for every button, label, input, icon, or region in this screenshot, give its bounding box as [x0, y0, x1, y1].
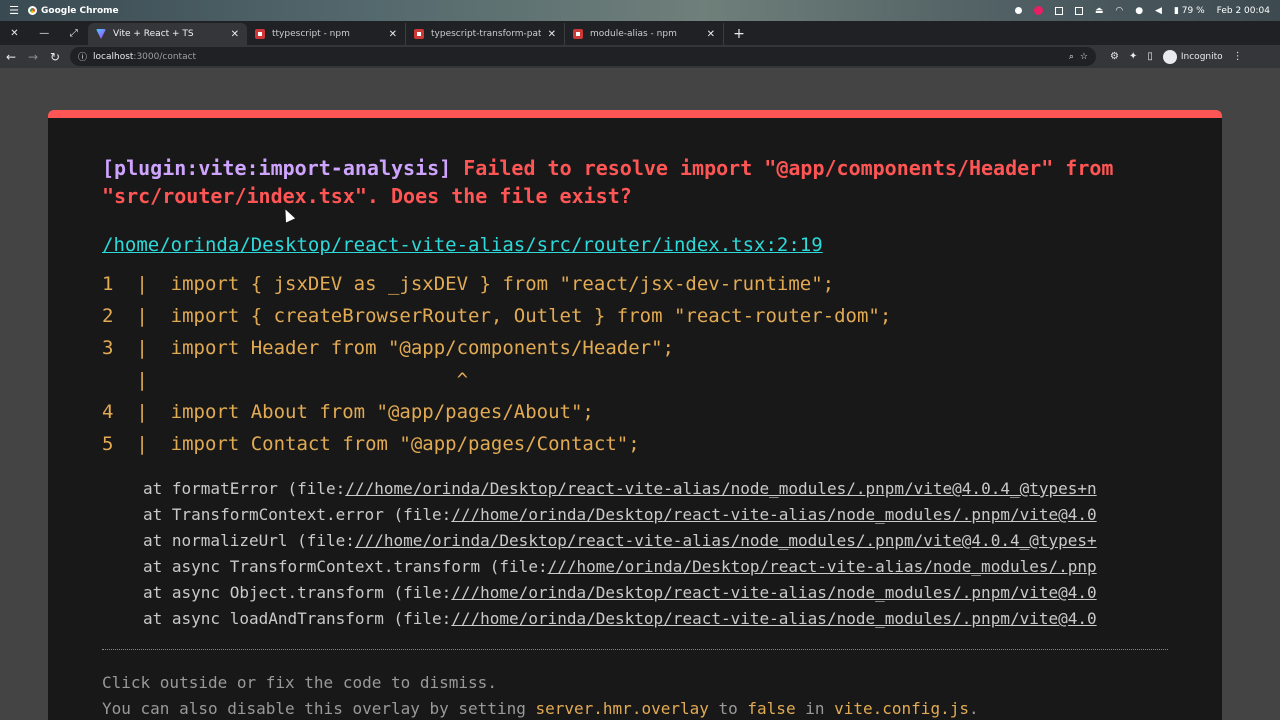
screen-icon[interactable]	[1054, 6, 1063, 15]
reload-icon[interactable]: ↻	[44, 50, 66, 64]
stack-file-link[interactable]: ///home/orinda/Desktop/react-vite-alias/…	[548, 557, 1097, 576]
stack-line: at async loadAndTransform (file:///home/…	[143, 609, 1097, 628]
active-app[interactable]: Google Chrome	[28, 6, 119, 16]
stack-file-link[interactable]: ///home/orinda/Desktop/react-vite-alias/…	[451, 505, 1096, 524]
close-tab-icon[interactable]: ✕	[548, 29, 556, 40]
profile-button[interactable]: Incognito	[1162, 49, 1223, 64]
clipboard-icon[interactable]	[1074, 6, 1083, 15]
npm-icon	[414, 29, 424, 39]
plugin-name: [plugin:vite:import-analysis]	[102, 156, 452, 180]
code-frame-line: 4 | import About from "@app/pages/About"…	[102, 401, 594, 423]
back-icon[interactable]: ←	[0, 50, 22, 64]
browser-toolbar: ← → ↻ ⓘ localhost:3000/contact ⌕ ☆ ⚙ ✦ ▯…	[0, 45, 1280, 68]
code-frame-line: 1 | import { jsxDEV as _jsxDEV } from "r…	[102, 273, 835, 295]
tab-vite[interactable]: Vite + React + TS ✕	[88, 23, 247, 45]
stack-line: at normalizeUrl (file:///home/orinda/Des…	[143, 531, 1097, 550]
npm-icon	[255, 29, 265, 39]
battery-indicator[interactable]: ▮ 79 %	[1174, 6, 1205, 16]
battery-icon: ▮	[1173, 5, 1179, 16]
zoom-icon[interactable]: ⌕	[1069, 52, 1074, 62]
code-frame-caret: | ^	[102, 369, 469, 391]
stack-file-link[interactable]: ///home/orinda/Desktop/react-vite-alias/…	[355, 531, 1097, 550]
clock[interactable]: Feb 2 00:04	[1217, 6, 1270, 16]
overlay-tip: Click outside or fix the code to dismiss…	[102, 673, 979, 718]
close-tab-icon[interactable]: ✕	[707, 29, 715, 40]
stack-line: at TransformContext.error (file:///home/…	[143, 505, 1097, 524]
stack-line: at formatError (file:///home/orinda/Desk…	[143, 479, 1097, 498]
tab-ttypescript[interactable]: ttypescript - npm ✕	[247, 23, 406, 45]
npm-icon	[573, 29, 583, 39]
stack-trace: at formatError (file:///home/orinda/Desk…	[143, 476, 1169, 632]
error-file-link[interactable]: /home/orinda/Desktop/react-vite-alias/sr…	[102, 234, 823, 256]
code-frame-line: 5 | import Contact from "@app/pages/Cont…	[102, 433, 640, 455]
forward-icon[interactable]: →	[22, 50, 44, 64]
os-top-bar: ☰ Google Chrome ⏏ ◠ ● ◀ ▮ 79 % Feb 2 00:…	[0, 0, 1280, 21]
vite-icon	[96, 29, 106, 39]
chrome-icon	[28, 6, 37, 15]
url-path: :3000/contact	[133, 51, 197, 62]
close-window-icon[interactable]: ✕	[10, 28, 18, 39]
divider	[102, 649, 1168, 650]
page-viewport[interactable]: [plugin:vite:import-analysis] Failed to …	[0, 68, 1280, 720]
eject-icon[interactable]: ⏏	[1095, 6, 1104, 16]
code-frame-line: 3 | import Header from "@app/components/…	[102, 337, 674, 359]
tab-title: ttypescript - npm	[272, 29, 350, 39]
activities-icon[interactable]: ☰	[0, 4, 28, 17]
bookmark-star-icon[interactable]: ☆	[1080, 52, 1088, 62]
side-panel-icon[interactable]: ▯	[1147, 51, 1153, 62]
tab-title: typescript-transform-paths	[431, 29, 541, 39]
menu-kebab-icon[interactable]: ⋮	[1233, 51, 1243, 62]
vite-error-overlay[interactable]: [plugin:vite:import-analysis] Failed to …	[48, 110, 1222, 720]
extension-icon[interactable]: ⚙	[1110, 51, 1119, 62]
microphone-icon[interactable]: ●	[1135, 6, 1143, 16]
tab-typescript-transform-paths[interactable]: typescript-transform-paths ✕	[406, 23, 565, 45]
url-host: localhost	[93, 51, 134, 62]
code-frame: 1 | import { jsxDEV as _jsxDEV } from "r…	[102, 268, 891, 460]
tab-title: Vite + React + TS	[113, 29, 194, 39]
address-bar[interactable]: ⓘ localhost:3000/contact ⌕ ☆	[70, 47, 1096, 66]
tab-title: module-alias - npm	[590, 29, 677, 39]
new-tab-button[interactable]: +	[724, 23, 754, 45]
tab-module-alias[interactable]: module-alias - npm ✕	[565, 23, 724, 45]
site-info-icon[interactable]: ⓘ	[78, 50, 87, 63]
minimize-window-icon[interactable]: —	[39, 28, 49, 39]
tab-strip: ✕ — ⤢ Vite + React + TS ✕ ttypescript - …	[0, 21, 1280, 45]
record-icon[interactable]	[1014, 7, 1022, 14]
close-tab-icon[interactable]: ✕	[389, 29, 397, 40]
wifi-icon[interactable]: ◠	[1115, 6, 1123, 16]
stack-file-link[interactable]: ///home/orinda/Desktop/react-vite-alias/…	[345, 479, 1096, 498]
error-message: [plugin:vite:import-analysis] Failed to …	[102, 154, 1162, 210]
code-frame-line: 2 | import { createBrowserRouter, Outlet…	[102, 305, 892, 327]
stack-file-link[interactable]: ///home/orinda/Desktop/react-vite-alias/…	[451, 583, 1096, 602]
stack-line: at async Object.transform (file:///home/…	[143, 583, 1097, 602]
stack-file-link[interactable]: ///home/orinda/Desktop/react-vite-alias/…	[451, 609, 1096, 628]
volume-icon[interactable]: ◀	[1155, 6, 1162, 16]
stack-line: at async TransformContext.transform (fil…	[143, 557, 1097, 576]
incognito-icon	[1162, 49, 1177, 64]
close-tab-icon[interactable]: ✕	[231, 29, 239, 40]
app-tray-icon[interactable]	[1033, 6, 1043, 15]
window-controls: ✕ — ⤢	[0, 21, 88, 45]
maximize-window-icon[interactable]: ⤢	[70, 28, 78, 39]
puzzle-icon[interactable]: ✦	[1129, 51, 1137, 62]
